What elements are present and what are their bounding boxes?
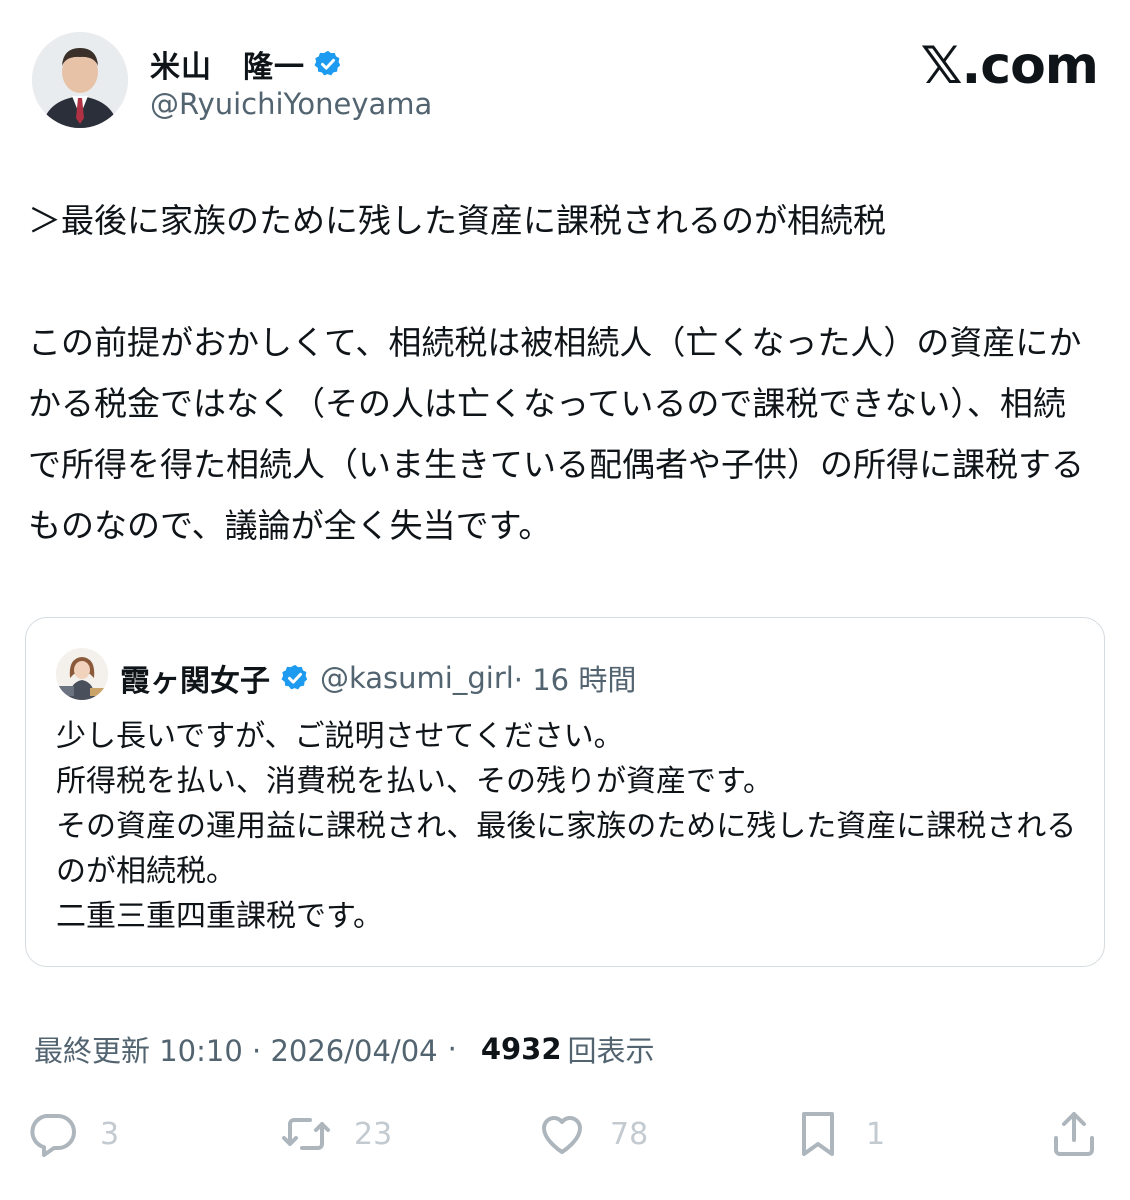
quoted-author-handle[interactable]: @kasumi_girl xyxy=(320,661,514,695)
author-avatar[interactable] xyxy=(32,32,128,128)
reply-count: 3 xyxy=(100,1116,120,1152)
tweet-meta: 最終更新 10:10 · 2026/04/04 · 4932 回表示 xyxy=(34,1028,655,1070)
quoted-tweet-header: 霞ヶ関女子 @kasumi_girl · 16 時間 xyxy=(120,656,636,700)
view-count: 4932 xyxy=(480,1032,562,1066)
share-icon xyxy=(1054,1112,1094,1156)
quoted-tweet[interactable]: 霞ヶ関女子 @kasumi_girl · 16 時間 少し長いですが、ご説明させ… xyxy=(25,617,1105,967)
like-button[interactable]: 78 xyxy=(536,1110,648,1158)
quoted-author-name[interactable]: 霞ヶ関女子 xyxy=(120,656,270,700)
tweet-text: ＞最後に家族のために残した資産に課税されるのが相続税 この前提がおかしくて、相続… xyxy=(28,201,1084,545)
author-handle[interactable]: @RyuichiYoneyama xyxy=(150,87,432,121)
x-com-logo: 𝕏.com xyxy=(920,36,1099,96)
verified-badge-icon xyxy=(314,50,341,76)
author-name[interactable]: 米山 隆一 xyxy=(150,42,305,86)
reply-button[interactable]: 3 xyxy=(26,1110,119,1158)
repost-icon xyxy=(282,1118,330,1150)
share-button[interactable] xyxy=(1048,1110,1100,1158)
bookmark-button[interactable]: 1 xyxy=(792,1110,885,1158)
repost-count: 23 xyxy=(354,1116,393,1152)
man-in-suit-avatar-icon xyxy=(32,32,128,128)
verified-badge-icon xyxy=(281,664,308,690)
tweet-actions: 3 23 78 1 xyxy=(26,1110,1106,1160)
quoted-author-avatar[interactable] xyxy=(56,648,108,700)
heart-icon xyxy=(542,1116,582,1154)
author-name-row: 米山 隆一 xyxy=(150,42,343,86)
reply-icon xyxy=(30,1114,76,1157)
view-count-label: 回表示 xyxy=(567,1034,655,1068)
meta-separator: · xyxy=(447,1032,457,1066)
office-woman-avatar-icon xyxy=(56,648,108,700)
repost-button[interactable]: 23 xyxy=(280,1110,392,1158)
bookmark-icon xyxy=(802,1112,834,1156)
bookmark-count: 1 xyxy=(866,1116,886,1152)
like-count: 78 xyxy=(610,1116,649,1152)
last-updated[interactable]: 最終更新 10:10 · 2026/04/04 xyxy=(34,1028,438,1070)
quoted-tweet-time[interactable]: · 16 時間 xyxy=(514,657,637,699)
quoted-tweet-text: 少し長いですが、ご説明させてください。 所得税を払い、消費税を払い、その残りが資… xyxy=(56,719,1077,934)
